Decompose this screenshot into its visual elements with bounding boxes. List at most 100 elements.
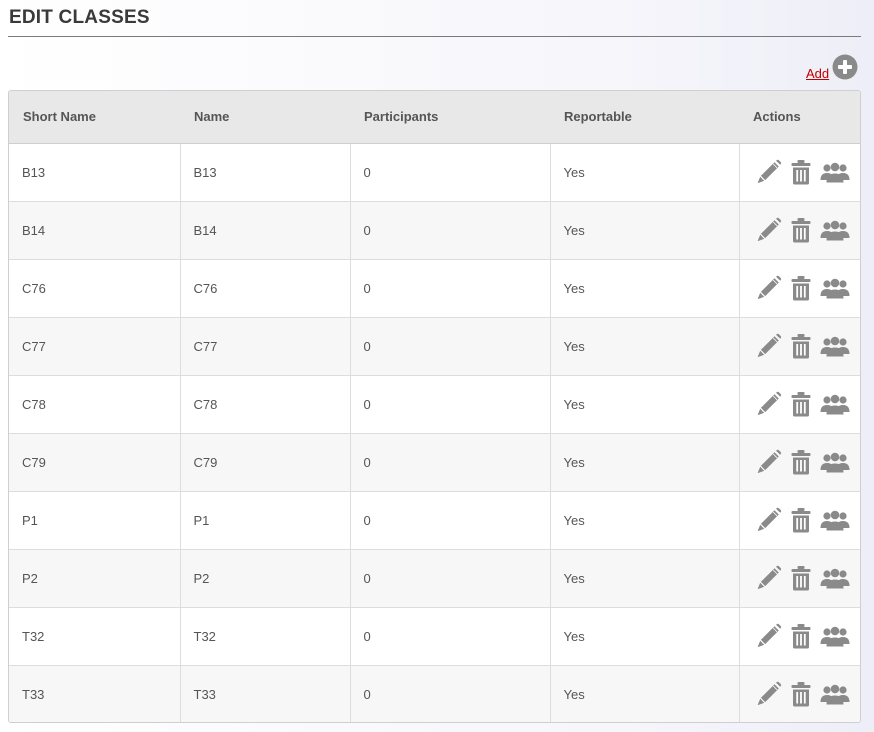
cell-short-name: T32 bbox=[9, 606, 181, 665]
cell-name: C76 bbox=[180, 258, 351, 317]
column-header-short-name: Short Name bbox=[9, 91, 180, 144]
people-icon[interactable] bbox=[820, 449, 850, 475]
cell-reportable: Yes bbox=[550, 316, 740, 375]
pencil-icon[interactable] bbox=[756, 333, 782, 359]
table-row: C79 C79 0 Yes bbox=[9, 432, 861, 491]
pencil-icon[interactable] bbox=[756, 217, 782, 243]
trash-icon[interactable] bbox=[788, 507, 814, 533]
column-header-participants: Participants bbox=[350, 91, 550, 144]
table-row: C78 C78 0 Yes bbox=[9, 374, 861, 433]
pencil-icon[interactable] bbox=[756, 159, 782, 185]
people-icon[interactable] bbox=[820, 507, 850, 533]
cell-reportable: Yes bbox=[550, 664, 740, 722]
plus-circle-icon[interactable] bbox=[832, 54, 858, 80]
row-actions bbox=[756, 217, 861, 243]
people-icon[interactable] bbox=[820, 623, 850, 649]
cell-reportable: Yes bbox=[550, 258, 740, 317]
cell-name: T33 bbox=[180, 664, 351, 722]
cell-actions bbox=[739, 490, 861, 549]
trash-icon[interactable] bbox=[788, 565, 814, 591]
cell-actions bbox=[739, 374, 861, 433]
cell-actions bbox=[739, 258, 861, 317]
column-header-name: Name bbox=[180, 91, 350, 144]
cell-reportable: Yes bbox=[550, 490, 740, 549]
add-class-control: Add bbox=[806, 54, 858, 81]
table-row: P2 P2 0 Yes bbox=[9, 548, 860, 607]
cell-actions bbox=[739, 548, 860, 607]
table-row: T32 T32 0 Yes bbox=[9, 606, 861, 665]
trash-icon[interactable] bbox=[788, 159, 814, 185]
cell-short-name: B13 bbox=[9, 143, 181, 201]
table-row: C76 C76 0 Yes bbox=[9, 258, 861, 317]
cell-participants: 0 bbox=[350, 143, 551, 201]
cell-name: B14 bbox=[180, 200, 351, 259]
pencil-icon[interactable] bbox=[756, 449, 782, 475]
cell-name: T32 bbox=[180, 606, 351, 665]
cell-reportable: Yes bbox=[550, 200, 740, 259]
trash-icon[interactable] bbox=[788, 333, 814, 359]
cell-participants: 0 bbox=[350, 316, 551, 375]
title-divider bbox=[8, 36, 861, 37]
table-header-row: Short Name Name Participants Reportable … bbox=[9, 91, 860, 144]
pencil-icon[interactable] bbox=[756, 681, 782, 707]
row-actions bbox=[756, 333, 861, 359]
cell-name: C79 bbox=[180, 432, 351, 491]
cell-name: P1 bbox=[180, 490, 351, 549]
cell-actions bbox=[739, 432, 861, 491]
people-icon[interactable] bbox=[820, 333, 850, 359]
cell-name: B13 bbox=[180, 143, 351, 201]
cell-participants: 0 bbox=[350, 664, 551, 722]
pencil-icon[interactable] bbox=[756, 507, 782, 533]
column-header-actions: Actions bbox=[739, 91, 860, 144]
row-actions bbox=[756, 159, 861, 185]
row-actions bbox=[756, 681, 861, 707]
cell-reportable: Yes bbox=[550, 143, 740, 201]
people-icon[interactable] bbox=[820, 275, 850, 301]
pencil-icon[interactable] bbox=[756, 565, 782, 591]
page-title: EDIT CLASSES bbox=[9, 7, 150, 28]
row-actions bbox=[756, 623, 861, 649]
people-icon[interactable] bbox=[820, 217, 850, 243]
cell-actions bbox=[739, 200, 861, 259]
trash-icon[interactable] bbox=[788, 681, 814, 707]
cell-reportable: Yes bbox=[550, 432, 740, 491]
cell-short-name: T33 bbox=[9, 664, 181, 722]
row-actions bbox=[756, 507, 861, 533]
cell-actions bbox=[739, 664, 861, 722]
cell-participants: 0 bbox=[350, 258, 551, 317]
classes-table: Short Name Name Participants Reportable … bbox=[9, 91, 861, 722]
cell-short-name: P1 bbox=[9, 490, 181, 549]
cell-short-name: C78 bbox=[9, 374, 181, 433]
people-icon[interactable] bbox=[820, 565, 850, 591]
people-icon[interactable] bbox=[820, 391, 850, 417]
cell-participants: 0 bbox=[350, 490, 551, 549]
cell-name: C77 bbox=[180, 316, 351, 375]
people-icon[interactable] bbox=[820, 159, 850, 185]
cell-short-name: C76 bbox=[9, 258, 181, 317]
cell-participants: 0 bbox=[350, 432, 551, 491]
trash-icon[interactable] bbox=[788, 391, 814, 417]
cell-participants: 0 bbox=[350, 548, 551, 607]
cell-short-name: C79 bbox=[9, 432, 181, 491]
trash-icon[interactable] bbox=[788, 217, 814, 243]
people-icon[interactable] bbox=[820, 681, 850, 707]
classes-table-container: Short Name Name Participants Reportable … bbox=[8, 90, 861, 723]
cell-actions bbox=[739, 143, 860, 201]
cell-short-name: C77 bbox=[9, 316, 181, 375]
cell-actions bbox=[739, 606, 861, 665]
add-link[interactable]: Add bbox=[806, 66, 829, 81]
cell-participants: 0 bbox=[350, 374, 551, 433]
pencil-icon[interactable] bbox=[756, 391, 782, 417]
cell-participants: 0 bbox=[350, 606, 551, 665]
cell-short-name: B14 bbox=[9, 200, 181, 259]
pencil-icon[interactable] bbox=[756, 275, 782, 301]
trash-icon[interactable] bbox=[788, 623, 814, 649]
row-actions bbox=[756, 275, 861, 301]
cell-actions bbox=[739, 316, 861, 375]
trash-icon[interactable] bbox=[788, 275, 814, 301]
pencil-icon[interactable] bbox=[756, 623, 782, 649]
row-actions bbox=[756, 391, 861, 417]
trash-icon[interactable] bbox=[788, 449, 814, 475]
cell-participants: 0 bbox=[350, 200, 551, 259]
row-actions bbox=[756, 449, 861, 475]
